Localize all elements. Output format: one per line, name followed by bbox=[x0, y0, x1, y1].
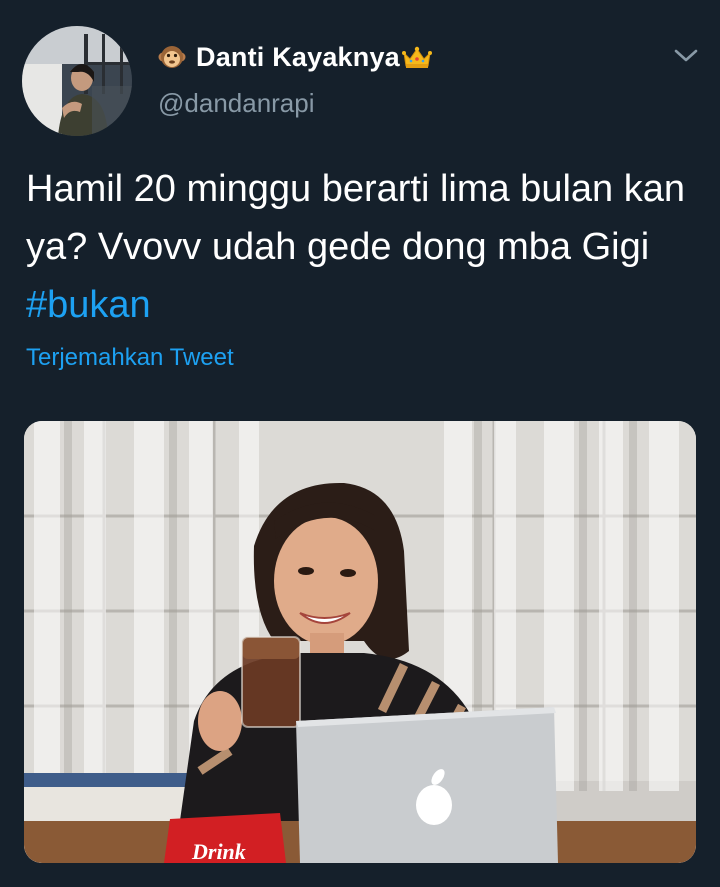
tweet-body-text: Hamil 20 minggu berarti lima bulan kan y… bbox=[26, 168, 685, 268]
crown-icon bbox=[401, 46, 432, 68]
tweet-card[interactable]: Danti Kayaknya @dandanrapi Hamil 20 ming… bbox=[0, 0, 720, 887]
photo-woman-with-laptop: Drink bbox=[24, 421, 696, 863]
name-row[interactable]: Danti Kayaknya bbox=[158, 40, 432, 74]
tweet-header: Danti Kayaknya @dandanrapi bbox=[158, 40, 432, 119]
translate-tweet-link[interactable]: Terjemahkan Tweet bbox=[26, 344, 234, 372]
drink-bag-label: Drink bbox=[191, 839, 246, 863]
monkey-face-icon bbox=[158, 46, 186, 68]
display-name[interactable]: Danti Kayaknya bbox=[196, 42, 400, 73]
tweet-text: Hamil 20 minggu berarti lima bulan kan y… bbox=[26, 160, 696, 334]
chevron-down-icon[interactable] bbox=[672, 44, 700, 66]
user-handle[interactable]: @dandanrapi bbox=[158, 88, 432, 119]
tweet-media-image[interactable]: Drink bbox=[24, 421, 696, 863]
avatar-photo bbox=[22, 26, 132, 136]
hashtag-link[interactable]: #bukan bbox=[26, 284, 151, 326]
user-avatar[interactable] bbox=[22, 26, 132, 136]
